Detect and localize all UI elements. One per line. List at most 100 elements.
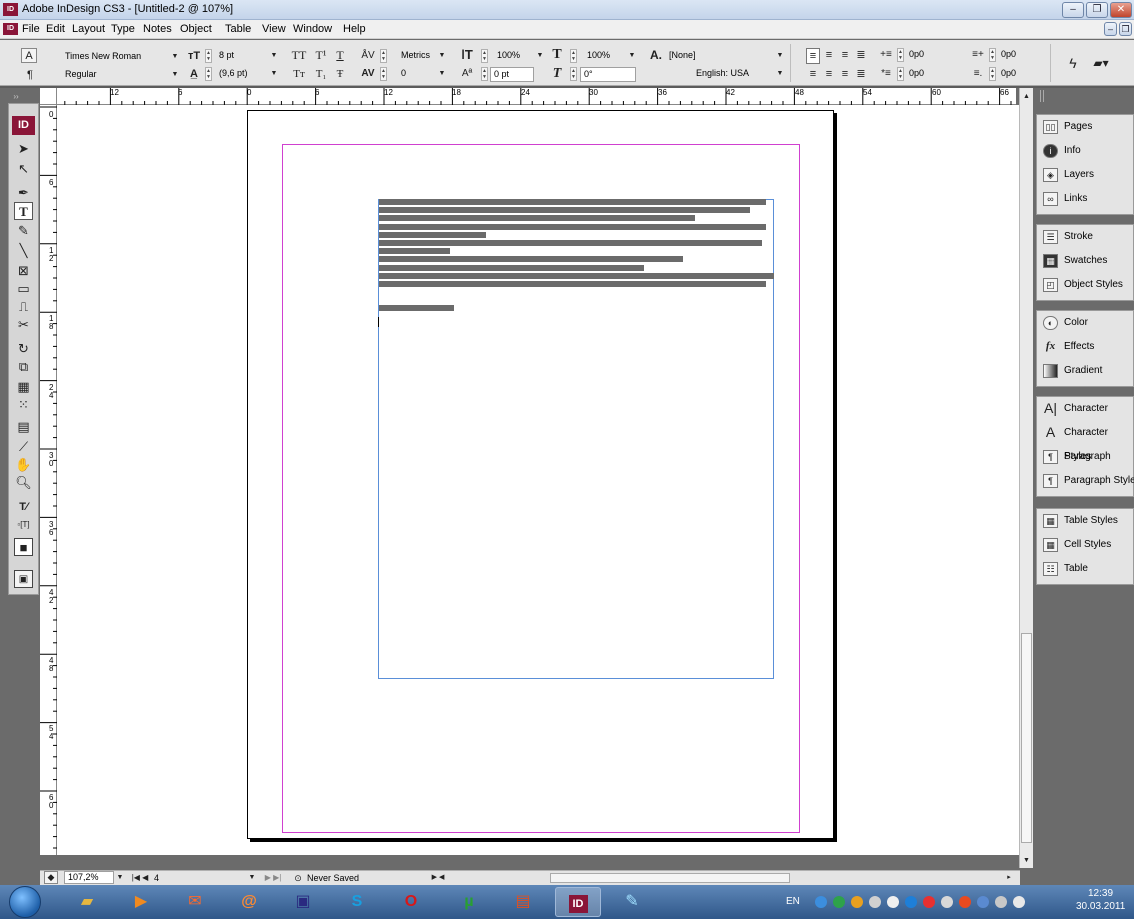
line-tool-icon[interactable]: ╲: [9, 242, 38, 260]
horizontal-scale-stepper[interactable]: ▲ ▼: [570, 49, 577, 63]
align-left-button[interactable]: ≡: [806, 48, 820, 64]
tray-icon[interactable]: [941, 896, 953, 908]
ruler-origin[interactable]: [40, 88, 57, 105]
leading-dropdown-icon[interactable]: ▼: [270, 67, 278, 81]
tracking-stepper[interactable]: ▲ ▼: [380, 67, 387, 81]
menu-window[interactable]: Window: [293, 23, 332, 35]
menu-edit[interactable]: Edit: [46, 23, 65, 35]
page-number-field[interactable]: 4: [154, 871, 159, 885]
eyedropper-tool-icon[interactable]: ⟋: [9, 438, 38, 456]
preview-mode-icon[interactable]: ▣: [14, 570, 33, 588]
tray-icon[interactable]: [887, 896, 899, 908]
language-indicator[interactable]: EN: [786, 895, 800, 909]
menu-type[interactable]: Type: [111, 23, 135, 35]
justify-center-button[interactable]: ≡: [822, 67, 836, 81]
panel-info[interactable]: i Info: [1037, 139, 1133, 163]
character-style-field[interactable]: [None]: [666, 49, 786, 64]
panel-swatches[interactable]: ▦ Swatches: [1037, 249, 1133, 273]
start-button-icon[interactable]: [9, 886, 41, 918]
all-caps-button[interactable]: TT: [290, 48, 308, 62]
language-dropdown-icon[interactable]: ▼: [776, 67, 784, 81]
scroll-thumb[interactable]: [1021, 633, 1032, 843]
selection-tool-icon[interactable]: ➤: [9, 140, 38, 158]
panel-effects[interactable]: fx Effects: [1037, 335, 1133, 359]
note-tool-icon[interactable]: ▤: [9, 418, 38, 436]
utorrent-taskbar-icon[interactable]: µ: [446, 887, 492, 917]
panel-object-styles[interactable]: ◰ Object Styles: [1037, 273, 1133, 297]
strikethrough-button[interactable]: Ŧ: [334, 67, 346, 81]
doc-minimize-button[interactable]: –: [1104, 22, 1117, 36]
skype-taskbar-icon[interactable]: S: [334, 887, 380, 917]
panel-links[interactable]: ∞ Links: [1037, 187, 1133, 211]
tray-icon[interactable]: [851, 896, 863, 908]
language-field[interactable]: English: USA: [666, 67, 786, 82]
font-style-dropdown-icon[interactable]: ▼: [171, 68, 179, 82]
zoom-dropdown-icon[interactable]: ▼: [116, 871, 124, 885]
font-size-stepper[interactable]: ▲ ▼: [205, 49, 212, 63]
media-player-taskbar-icon[interactable]: ▶: [118, 887, 164, 917]
right-indent-field[interactable]: 0p0: [998, 48, 1046, 63]
minimize-button[interactable]: –: [1062, 2, 1084, 18]
character-mode-icon[interactable]: A: [21, 48, 37, 63]
left-indent-stepper[interactable]: ▲ ▼: [897, 48, 904, 62]
horizontal-ruler[interactable]: 12 6 0 6 12 18 24 30 36 42 48 54 60 66: [40, 88, 1016, 105]
dock-grip[interactable]: [1040, 90, 1044, 102]
restore-button[interactable]: ❐: [1086, 2, 1108, 18]
collapse-toolbox-icon[interactable]: ››: [10, 90, 22, 104]
rotate-tool-icon[interactable]: ↻: [9, 340, 38, 358]
skew-stepper[interactable]: ▲ ▼: [570, 67, 577, 81]
hand-tool-icon[interactable]: ✋: [9, 456, 38, 474]
vertical-scale-dropdown-icon[interactable]: ▼: [536, 49, 544, 63]
vertical-scale-stepper[interactable]: ▲ ▼: [481, 49, 488, 63]
email-client-taskbar-icon[interactable]: @: [226, 887, 272, 917]
zoom-toggle-icon[interactable]: ◆: [44, 871, 58, 884]
doc-restore-button[interactable]: ❐: [1119, 22, 1132, 36]
rectangle-frame-tool-icon[interactable]: ⊠: [9, 262, 38, 280]
text-content[interactable]: [379, 199, 774, 319]
panel-paragraph[interactable]: ¶ Paragraph: [1037, 445, 1133, 469]
menu-object[interactable]: Object: [180, 23, 212, 35]
horizontal-scroll-thumb[interactable]: [550, 873, 790, 883]
normal-view-icon[interactable]: ■: [14, 538, 33, 556]
status-menu-icon[interactable]: ▶ ◀: [430, 871, 446, 885]
panel-pages[interactable]: ▯▯ Pages: [1037, 115, 1133, 139]
close-button[interactable]: ✕: [1110, 2, 1132, 18]
volume-icon[interactable]: [1013, 896, 1025, 908]
presentation-taskbar-icon[interactable]: ▤: [500, 887, 546, 917]
panel-color[interactable]: ◐ Color: [1037, 311, 1133, 335]
tray-icon[interactable]: [833, 896, 845, 908]
vertical-scrollbar[interactable]: ▲ ▼: [1019, 88, 1033, 868]
zoom-level-field[interactable]: 107,2%: [64, 871, 114, 884]
pencil-tool-icon[interactable]: ✎: [9, 222, 38, 240]
tray-icon[interactable]: [923, 896, 935, 908]
small-caps-button[interactable]: Tт: [290, 67, 308, 81]
gradient-tool-icon[interactable]: ▦: [9, 378, 38, 396]
left-indent-field[interactable]: 0p0: [906, 48, 964, 63]
first-line-indent-field[interactable]: 0p0: [906, 67, 964, 82]
right-indent-stepper[interactable]: ▲ ▼: [989, 48, 996, 62]
free-transform-tool-icon[interactable]: ⧉: [9, 358, 38, 376]
tracking-dropdown-icon[interactable]: ▼: [438, 67, 446, 81]
first-page-button[interactable]: |◀ ◀: [130, 871, 150, 885]
menu-layout[interactable]: Layout: [72, 23, 105, 35]
quick-apply-icon[interactable]: ϟ: [1065, 56, 1081, 70]
tracking-field[interactable]: 0: [398, 67, 438, 82]
bridge-icon[interactable]: ▰▾: [1090, 56, 1112, 70]
pen-tool-icon[interactable]: ✒: [9, 184, 38, 202]
justify-right-button[interactable]: ≡: [838, 67, 852, 81]
swap-fill-stroke-icon[interactable]: ▫[T]: [9, 516, 38, 534]
character-style-dropdown-icon[interactable]: ▼: [776, 49, 784, 63]
opera-taskbar-icon[interactable]: O: [388, 887, 434, 917]
font-size-field[interactable]: 8 pt: [216, 49, 266, 64]
panel-cell-styles[interactable]: ▦ Cell Styles: [1037, 533, 1133, 557]
next-page-button[interactable]: ▶ ▶|: [258, 871, 288, 885]
last-line-indent-stepper[interactable]: ▲ ▼: [989, 67, 996, 81]
indesign-app-icon[interactable]: ID: [3, 3, 18, 16]
align-right-button[interactable]: ≡: [838, 48, 852, 62]
first-line-indent-stepper[interactable]: ▲ ▼: [897, 67, 904, 81]
indesign-taskbar-button[interactable]: ID: [555, 887, 601, 917]
paint-taskbar-icon[interactable]: ✎: [609, 887, 655, 917]
panel-stroke[interactable]: ☰ Stroke: [1037, 225, 1133, 249]
leading-field[interactable]: (9,6 pt): [216, 67, 266, 82]
button-tool-icon[interactable]: ⎍: [9, 298, 38, 316]
